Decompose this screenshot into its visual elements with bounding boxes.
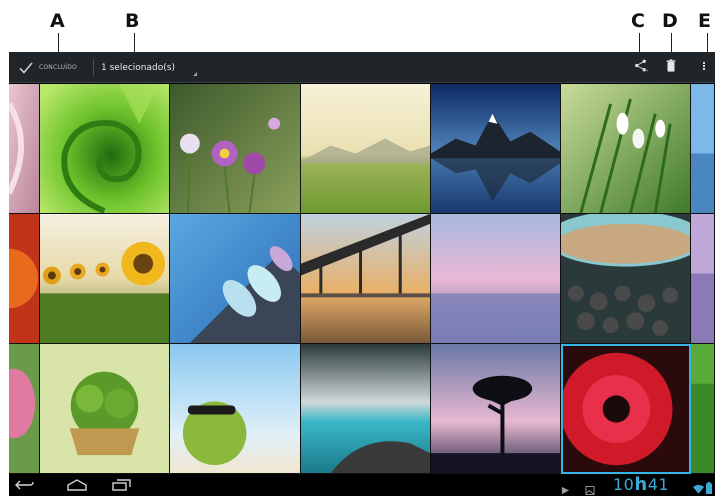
photo-thumbnail[interactable] (691, 214, 715, 344)
photo-thumbnail[interactable] (691, 84, 715, 214)
play-store-icon[interactable] (561, 480, 570, 496)
photo-thumbnail[interactable] (40, 84, 170, 214)
done-button[interactable]: CONCLUÍDO (9, 52, 91, 83)
callout-d: D (662, 10, 678, 32)
photo-thumbnail[interactable] (301, 84, 431, 214)
photo-thumbnail[interactable] (561, 344, 691, 474)
callout-a: A (50, 10, 65, 32)
gallery-notification-icon[interactable] (585, 480, 595, 496)
clock-minutes: 41 (647, 475, 670, 494)
overflow-menu-button[interactable] (693, 52, 715, 83)
action-bar-divider (93, 59, 94, 76)
spinner-indicator-icon (193, 72, 197, 76)
photo-thumbnail[interactable] (40, 214, 170, 344)
photo-thumbnail[interactable] (170, 214, 301, 344)
photo-thumbnail[interactable] (301, 344, 431, 474)
contextual-action-bar: CONCLUÍDO 1 selecionado(s) (9, 52, 715, 83)
photo-thumbnail[interactable] (9, 344, 40, 474)
battery-icon (706, 479, 712, 496)
photo-thumbnail[interactable] (561, 214, 691, 344)
done-label: CONCLUÍDO (39, 64, 77, 71)
photo-thumbnail[interactable] (431, 344, 561, 474)
photo-thumbnail[interactable] (431, 84, 561, 214)
selection-count-label: 1 selecionado(s) (101, 62, 175, 73)
photo-thumbnail[interactable] (691, 344, 715, 474)
callout-c: C (631, 10, 645, 32)
check-icon (18, 60, 34, 76)
overflow-menu-icon (702, 58, 706, 77)
photo-thumbnail[interactable] (561, 84, 691, 214)
photo-thumbnail[interactable] (170, 84, 301, 214)
selection-count-dropdown[interactable]: 1 selecionado(s) (97, 52, 197, 83)
system-navigation-bar: 10h41 (9, 474, 715, 496)
callout-e: E (698, 10, 711, 32)
clock-hours: 10 (613, 475, 635, 494)
photo-thumbnail[interactable] (431, 214, 561, 344)
tablet-screen: CONCLUÍDO 1 selecionado(s) 10h41 (9, 52, 715, 496)
callout-b: B (125, 10, 140, 32)
photo-thumbnail[interactable] (9, 214, 40, 344)
photo-thumbnail[interactable] (40, 344, 170, 474)
trash-icon (664, 58, 678, 77)
back-button[interactable] (11, 474, 37, 496)
photo-grid (9, 84, 715, 474)
delete-button[interactable] (656, 52, 686, 83)
back-icon (14, 476, 34, 495)
home-icon (67, 476, 87, 495)
clock-h-letter: h (634, 474, 648, 495)
photo-thumbnail[interactable] (170, 344, 301, 474)
photo-thumbnail[interactable] (9, 84, 40, 214)
share-button[interactable] (625, 52, 655, 83)
recent-apps-icon (112, 476, 132, 495)
photo-thumbnail[interactable] (301, 214, 431, 344)
share-icon (633, 58, 648, 77)
recent-apps-button[interactable] (109, 474, 135, 496)
home-button[interactable] (64, 474, 90, 496)
status-clock[interactable]: 10h41 (613, 475, 669, 495)
wifi-icon (693, 479, 704, 496)
